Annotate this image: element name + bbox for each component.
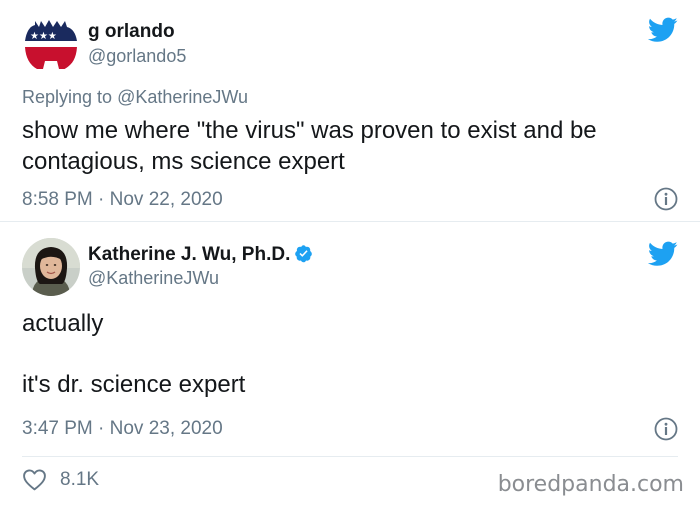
username-handle[interactable]: @KatherineJWu [88,268,219,289]
timestamp-link[interactable]: 8:58 PM · Nov 22, 2020 [22,189,223,211]
replying-mention-link[interactable]: @KatherineJWu [117,87,248,107]
avatar-gorlando[interactable]: ★★★ [21,15,79,73]
verified-badge-icon [295,245,313,263]
like-button[interactable]: 8.1K [22,468,99,491]
display-name-text[interactable]: Katherine J. Wu, Ph.D. [88,244,290,265]
replying-prefix: Replying to [22,87,118,107]
username-handle[interactable]: @gorlando5 [88,46,186,67]
tweet-text-line-2: it's dr. science expert [22,371,246,398]
svg-text:★★★: ★★★ [30,31,57,42]
tweet-gorlando: ★★★ g orlando @gorlando5 Replying to @Ka… [0,0,700,222]
replying-to: Replying to @KatherineJWu [22,87,248,108]
timestamp-link[interactable]: 3:47 PM · Nov 23, 2020 [22,418,223,440]
twitter-bird-icon[interactable] [648,17,678,43]
info-icon[interactable] [654,417,678,441]
twitter-bird-icon[interactable] [648,241,678,267]
watermark-text: boredpanda.com [497,472,684,497]
tweet-katherinejwu: Katherine J. Wu, Ph.D. @KatherineJWu act… [0,222,700,509]
like-count: 8.1K [60,468,100,490]
display-name[interactable]: g orlando [88,21,175,43]
heart-icon[interactable] [22,468,47,491]
info-icon[interactable] [654,187,678,211]
tweet-text: show me where "the virus" was proven to … [22,117,597,175]
action-divider [22,456,678,457]
tweet-text-line-1: actually [22,310,104,337]
avatar-katherinejwu[interactable] [22,238,80,296]
display-name[interactable]: Katherine J. Wu, Ph.D. [88,244,313,266]
